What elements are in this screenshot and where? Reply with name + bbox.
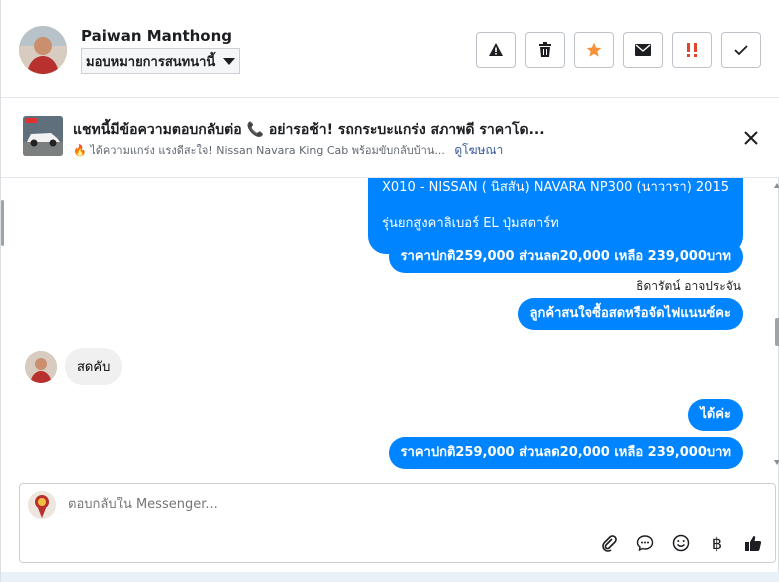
ad-subtitle: 🔥 ได้ความแกร่ง แรงดีสะใจ! Nissan Navara … xyxy=(73,141,503,160)
resize-handle[interactable] xyxy=(1,200,4,246)
conversation-actions xyxy=(476,32,761,68)
attach-button[interactable] xyxy=(598,532,620,554)
mark-unread-button[interactable] xyxy=(623,32,663,68)
check-icon xyxy=(734,45,748,56)
outgoing-message[interactable]: ได้ค่ะ xyxy=(688,399,743,431)
spam-icon xyxy=(687,43,697,57)
contact-avatar-small[interactable] xyxy=(25,351,57,383)
star-icon xyxy=(586,42,602,57)
scrollbar-thumb[interactable] xyxy=(775,318,779,346)
conversation-header: Paiwan Manthong มอบหมายการสนทนานี้ xyxy=(1,0,779,98)
reply-composer: ฿ xyxy=(19,483,776,563)
assign-conversation-label: มอบหมายการสนทนานี้ xyxy=(86,54,216,70)
footer-strip xyxy=(1,572,779,582)
mark-spam-button[interactable] xyxy=(672,32,712,68)
view-ad-link[interactable]: ดูโฆษณา xyxy=(454,143,503,157)
assign-conversation-dropdown[interactable]: มอบหมายการสนทนานี้ xyxy=(81,48,241,74)
page-avatar xyxy=(28,491,56,519)
thumbs-up-icon xyxy=(745,536,762,551)
sender-name: ธิดารัตน์ อาจประจัน xyxy=(636,279,741,293)
contact-avatar[interactable] xyxy=(19,26,67,74)
conversation-thread[interactable]: X010 - NISSAN ( นิสสัน) NAVARA NP300 (นา… xyxy=(1,178,771,478)
reply-input[interactable] xyxy=(68,497,668,512)
mail-icon xyxy=(635,44,651,56)
contact-name[interactable]: Paiwan Manthong xyxy=(81,27,232,45)
car-model-text: X010 - NISSAN ( นิสสัน) NAVARA NP300 (นา… xyxy=(382,180,729,195)
ad-title: แชทนี้มีข้อความตอบกลับต่อ 📞 อย่ารอช้า! ร… xyxy=(73,122,545,138)
warning-icon xyxy=(489,43,503,56)
paperclip-icon xyxy=(602,535,617,552)
ad-thumbnail[interactable] xyxy=(23,116,63,156)
saved-replies-button[interactable] xyxy=(634,532,656,554)
close-icon[interactable] xyxy=(743,130,759,146)
like-button[interactable] xyxy=(742,532,764,554)
payment-button[interactable]: ฿ xyxy=(706,532,728,554)
scroll-down-arrow[interactable] xyxy=(774,460,779,465)
outgoing-message[interactable]: ราคาปกติ259,000 ส่วนลด20,000 เหลือ 239,0… xyxy=(388,241,743,273)
car-trim-text: รุ่นยกสูงคาลิเบอร์ EL ปุ่มสตาร์ท xyxy=(382,216,559,231)
incoming-message[interactable]: สดคับ xyxy=(65,348,123,385)
star-button[interactable] xyxy=(574,32,614,68)
composer-toolbar: ฿ xyxy=(598,532,764,554)
report-button[interactable] xyxy=(476,32,516,68)
baht-icon: ฿ xyxy=(711,533,723,553)
mark-done-button[interactable] xyxy=(721,32,761,68)
messenger-panel: Paiwan Manthong มอบหมายการสนทนานี้ แชทนี… xyxy=(0,0,779,582)
ad-banner: แชทนี้มีข้อความตอบกลับต่อ 📞 อย่ารอช้า! ร… xyxy=(1,98,779,178)
outgoing-message[interactable]: ราคาปกติ259,000 ส่วนลด20,000 เหลือ 239,0… xyxy=(388,437,743,469)
chevron-down-icon xyxy=(223,57,236,65)
outgoing-message[interactable]: ลูกค้าสนใจซื้อสดหรือจัดไฟแนนซ์คะ xyxy=(517,298,743,330)
smiley-icon xyxy=(672,534,690,552)
trash-icon xyxy=(539,42,551,57)
scroll-up-arrow[interactable] xyxy=(774,183,779,188)
ad-subtitle-text: 🔥 ได้ความแกร่ง แรงดีสะใจ! Nissan Navara … xyxy=(73,144,445,157)
delete-button[interactable] xyxy=(525,32,565,68)
chat-bubble-icon xyxy=(636,535,654,552)
emoji-button[interactable] xyxy=(670,532,692,554)
